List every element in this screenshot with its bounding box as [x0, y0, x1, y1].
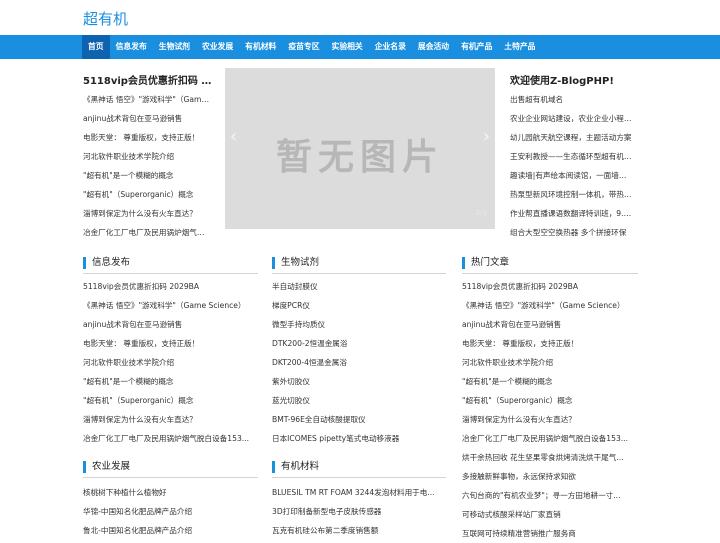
section-popular-list: 5118vip会员优惠折扣码 2029BA 《黑神话 悟空》"游戏科学"（Gam… [462, 277, 638, 543]
list-item[interactable]: BLUESIL TM RT FOAM 3244发泡材料用于电... [272, 483, 446, 502]
list-item[interactable]: 《黑神话 悟空》"游戏科学"（Game Science） [83, 296, 258, 315]
list-item[interactable]: 组合大型空空换热器 多个拼接环保 [510, 223, 634, 242]
list-item[interactable]: 河北软件职业技术学院介绍 [462, 353, 638, 372]
nav-list: 首页 信息发布 生物试剂 农业发展 有机材料 疫苗专区 实验相关 企业名录 展会… [82, 35, 541, 59]
section-marker [272, 461, 275, 473]
welcome-title: 欢迎使用Z-BlogPHP! [510, 76, 614, 87]
list-item[interactable]: 3D打印制备新型电子皮肤传感器 [272, 502, 446, 521]
nav-item-news[interactable]: 信息发布 [110, 35, 153, 59]
featured-headline[interactable]: 5118vip会员优惠折扣码 2029BA [83, 72, 215, 87]
list-item[interactable]: 紫外切胶仪 [272, 372, 446, 391]
list-item[interactable]: 微型手持均质仪 [272, 315, 446, 334]
list-item[interactable]: 电影天堂： 尊重版权，支持正版！ [83, 128, 211, 147]
list-item[interactable]: 出售超有机域名 [510, 90, 634, 109]
main-navbar: 首页 信息发布 生物试剂 农业发展 有机材料 疫苗专区 实验相关 企业名录 展会… [0, 35, 720, 59]
list-item[interactable]: 冶金厂化工厂电厂及民用锅炉烟气脱白设备153... [462, 429, 638, 448]
nav-item-experiments[interactable]: 实验相关 [326, 35, 369, 59]
list-item[interactable]: 《黑神话 悟空》"游戏科学"（Game Science） [462, 296, 638, 315]
list-item[interactable]: 淄博到保定为什么没有火车直达？ [462, 410, 638, 429]
list-item[interactable]: 趣读墙|有声绘本阅读馆，一面墙的阅读 [510, 166, 634, 185]
section-title[interactable]: 农业发展 [92, 460, 130, 474]
section-popular-header: 热门文章 [462, 256, 638, 274]
list-item[interactable]: 农业企业网站建设，农业企业小程序开发 [510, 109, 634, 128]
nav-item-organic-materials[interactable]: 有机材料 [239, 35, 282, 59]
section-marker [462, 257, 465, 269]
list-item[interactable]: 互联网可持续精准营销推广服务商 [462, 524, 638, 543]
section-agriculture-list: 核桃树下种植什么植物好 华锦-中国知名化肥品牌产品介绍 鲁北-中国知名化肥品牌产… [83, 483, 258, 540]
list-item[interactable]: 六旬台商的"有机农业梦"；寻一方田地耕一寸... [462, 486, 638, 505]
slider-prev-icon[interactable]: ‹ [230, 126, 237, 147]
list-item[interactable]: 5118vip会员优惠折扣码 2029BA [83, 277, 258, 296]
list-item[interactable]: "超有机"是一个模糊的概念 [83, 166, 211, 185]
list-item[interactable]: "超有机"是一个模糊的概念 [83, 372, 258, 391]
list-item[interactable]: DKT200-4恒温金属浴 [272, 353, 446, 372]
section-bio-reagents-header: 生物试剂 [272, 256, 446, 274]
list-item[interactable]: 作业帮直播课语数翻译特训班，9.9元 [510, 204, 634, 223]
list-item[interactable]: 鲁北-中国知名化肥品牌产品介绍 [83, 521, 258, 540]
list-item[interactable]: 淄博到保定为什么没有火车直达？ [83, 204, 211, 223]
list-item[interactable]: 幼儿园航天航空课程，主题活动方案 [510, 128, 634, 147]
list-item[interactable]: "超有机"（Superorganic）概念 [83, 391, 258, 410]
list-item[interactable]: 日本ICOMES pipetty笔式电动移液器 [272, 429, 446, 448]
section-marker [83, 461, 86, 473]
list-item[interactable]: 河北软件职业技术学院介绍 [83, 147, 211, 166]
list-item[interactable]: "超有机"是一个模糊的概念 [462, 372, 638, 391]
list-item[interactable]: BMT-96E全自动核酸提取仪 [272, 410, 446, 429]
section-organic-materials-header: 有机材料 [272, 460, 446, 478]
site-logo-title[interactable]: 超有机 [83, 8, 128, 29]
section-organic-materials-list: BLUESIL TM RT FOAM 3244发泡材料用于电... 3D打印制备… [272, 483, 446, 540]
image-slider[interactable]: 暂无图片 ‹ › 2/3 [225, 68, 495, 229]
list-item[interactable]: 淄博到保定为什么没有火车直达？ [83, 410, 258, 429]
section-marker [83, 257, 86, 269]
list-item[interactable]: 冶金厂化工厂电厂及民用锅炉烟气脱白设备 [83, 223, 211, 242]
nav-item-organic-products[interactable]: 有机产品 [455, 35, 498, 59]
list-item[interactable]: 半自动封膜仪 [272, 277, 446, 296]
section-news-list: 5118vip会员优惠折扣码 2029BA 《黑神话 悟空》"游戏科学"（Gam… [83, 277, 258, 448]
nav-item-exhibitions[interactable]: 展会活动 [412, 35, 455, 59]
section-title[interactable]: 热门文章 [471, 256, 509, 270]
list-item[interactable]: 烘干余热回收 花生坚果零食烘烤清洗烘干尾气... [462, 448, 638, 467]
list-item[interactable]: 华锦-中国知名化肥品牌产品介绍 [83, 502, 258, 521]
list-item[interactable]: anjinu战术背包在亚马逊销售 [83, 109, 211, 128]
list-item[interactable]: DTK200-2恒温金属浴 [272, 334, 446, 353]
list-item[interactable]: 王安利教授——生态循环型超有机农业 [510, 147, 634, 166]
nav-item-home[interactable]: 首页 [82, 35, 110, 59]
section-title[interactable]: 有机材料 [281, 460, 319, 474]
nav-item-agriculture[interactable]: 农业发展 [196, 35, 239, 59]
nav-item-bio-reagents[interactable]: 生物试剂 [153, 35, 196, 59]
section-news-header: 信息发布 [83, 256, 258, 274]
list-item[interactable]: 核桃树下种植什么植物好 [83, 483, 258, 502]
list-item[interactable]: 冶金厂化工厂电厂及民用锅炉烟气脱白设备153... [83, 429, 258, 448]
list-item[interactable]: 电影天堂： 尊重版权，支持正版！ [83, 334, 258, 353]
section-marker [272, 257, 275, 269]
list-item[interactable]: 梯度PCR仪 [272, 296, 446, 315]
section-bio-reagents-list: 半自动封膜仪 梯度PCR仪 微型手持均质仪 DTK200-2恒温金属浴 DKT2… [272, 277, 446, 448]
list-item[interactable]: anjinu战术背包在亚马逊销售 [462, 315, 638, 334]
slider-counter: 2/3 [475, 209, 487, 217]
list-item[interactable]: 电影天堂： 尊重版权，支持正版！ [462, 334, 638, 353]
list-item[interactable]: 《黑神话 悟空》"游戏科学"（Game Science） [83, 90, 211, 109]
slider-next-icon[interactable]: › [483, 126, 490, 147]
nav-item-companies[interactable]: 企业名录 [369, 35, 412, 59]
list-item[interactable]: 瓦克有机硅公布第二季度销售额 [272, 521, 446, 540]
section-title[interactable]: 信息发布 [92, 256, 130, 270]
slider-placeholder-text: 暂无图片 [275, 137, 444, 178]
list-item[interactable]: "超有机"（Superorganic）概念 [462, 391, 638, 410]
list-item[interactable]: anjinu战术背包在亚马逊销售 [83, 315, 258, 334]
section-agriculture-header: 农业发展 [83, 460, 258, 478]
list-item[interactable]: 蓝光切胶仪 [272, 391, 446, 410]
list-item[interactable]: 可移动式核酸采样站厂家直销 [462, 505, 638, 524]
list-item[interactable]: 5118vip会员优惠折扣码 2029BA [462, 277, 638, 296]
list-item[interactable]: 多接触新鲜事物，永远保持求知欲 [462, 467, 638, 486]
list-item[interactable]: 热泵型新风环境控制一体机，带热回收 [510, 185, 634, 204]
featured-list: 《黑神话 悟空》"游戏科学"（Game Science） anjinu战术背包在… [83, 90, 211, 242]
welcome-list: 出售超有机域名 农业企业网站建设，农业企业小程序开发 幼儿园航天航空课程，主题活… [510, 90, 634, 242]
section-title[interactable]: 生物试剂 [281, 256, 319, 270]
list-item[interactable]: "超有机"（Superorganic）概念 [83, 185, 211, 204]
list-item[interactable]: 河北软件职业技术学院介绍 [83, 353, 258, 372]
nav-item-local-specialties[interactable]: 土特产品 [498, 35, 541, 59]
nav-item-vaccines[interactable]: 疫苗专区 [282, 35, 325, 59]
